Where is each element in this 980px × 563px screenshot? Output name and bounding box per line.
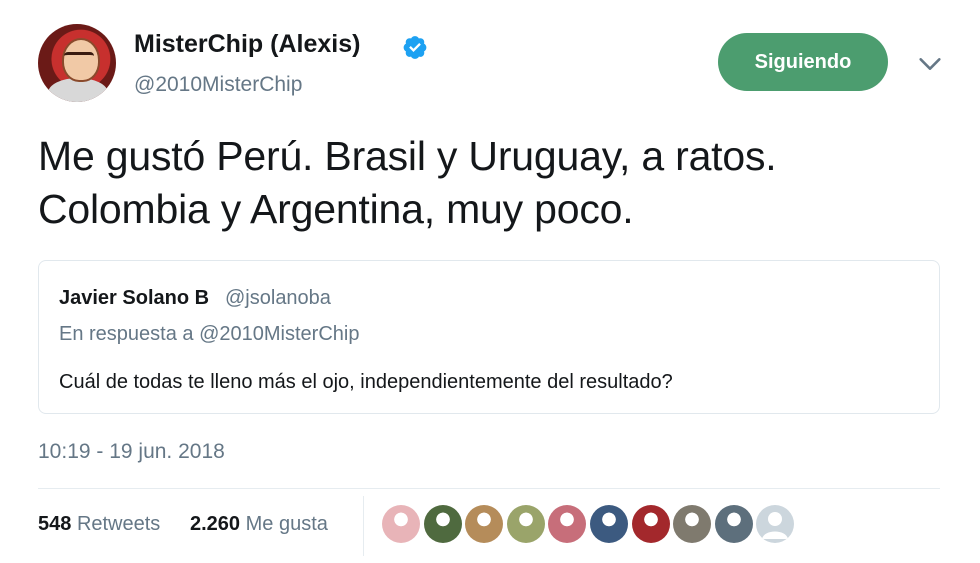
- author-avatar[interactable]: [38, 24, 116, 102]
- tweet-text-line-1: Me gustó Perú. Brasil y Uruguay, a ratos…: [38, 133, 777, 179]
- tweet-card: MisterChip (Alexis) @2010MisterChip Sigu…: [0, 0, 980, 563]
- default-avatar-icon[interactable]: [756, 505, 795, 543]
- tweet-text: Me gustó Perú. Brasil y Uruguay, a ratos…: [38, 130, 938, 236]
- tweet-timestamp[interactable]: 10:19 - 19 jun. 2018: [38, 440, 225, 464]
- user-avatar-4[interactable]: [506, 505, 545, 543]
- user-avatar-9[interactable]: [714, 505, 753, 543]
- verified-badge-icon: [403, 36, 427, 59]
- quoted-handle: @jsolanoba: [225, 287, 331, 309]
- user-avatar-7[interactable]: [631, 505, 670, 543]
- retweets-label: Retweets: [76, 513, 161, 535]
- user-avatar-2[interactable]: [423, 505, 462, 543]
- likes-label: Me gusta: [245, 513, 328, 535]
- author-handle[interactable]: @2010MisterChip: [134, 73, 302, 97]
- author-display-name[interactable]: MisterChip (Alexis): [134, 30, 360, 59]
- user-avatar-3[interactable]: [465, 505, 504, 543]
- user-avatar-5[interactable]: [548, 505, 587, 543]
- user-avatar-8[interactable]: [673, 505, 712, 543]
- avatar-glasses: [64, 52, 94, 63]
- quoted-tweet[interactable]: Javier Solano B @jsolanoba En respuesta …: [38, 260, 940, 414]
- following-button[interactable]: Siguiendo: [718, 33, 888, 91]
- divider: [38, 488, 940, 489]
- tweet-text-line-2: Colombia y Argentina, muy poco.: [38, 186, 634, 232]
- retweets-count: 548: [38, 513, 72, 535]
- quoted-text: Cuál de todas te lleno más el ojo, indep…: [59, 371, 673, 393]
- likes-count: 2.260: [190, 513, 241, 535]
- quoted-display-name: Javier Solano B: [59, 287, 210, 309]
- retweets-stat[interactable]: 548 Retweets: [38, 513, 160, 536]
- quoted-reply-context: En respuesta a @2010MisterChip: [59, 323, 360, 345]
- user-avatar-1[interactable]: [382, 505, 420, 543]
- stats-divider: [363, 496, 364, 556]
- likes-stat[interactable]: 2.260 Me gusta: [190, 513, 328, 536]
- chevron-down-icon[interactable]: [916, 50, 944, 78]
- user-avatar-6[interactable]: [590, 505, 628, 543]
